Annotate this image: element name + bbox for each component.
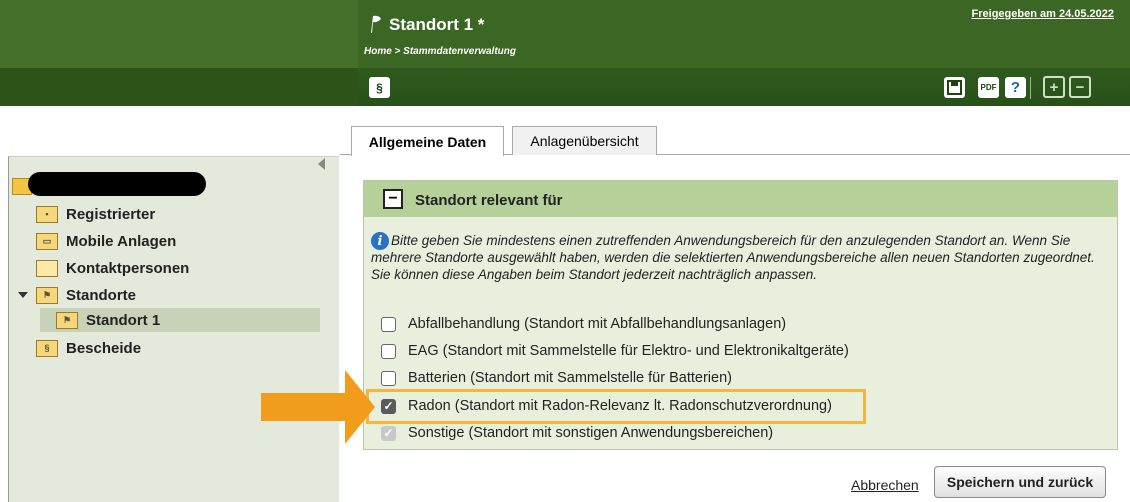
pointer-arrow-head [345, 370, 375, 444]
tree-item-label: Kontaktpersonen [66, 259, 190, 277]
folder-icon [36, 259, 58, 277]
tree-item-label: Standorte [66, 286, 137, 304]
tree-item-label: Bescheide [66, 339, 142, 357]
location-pin-icon [371, 15, 381, 34]
redacted-root-label [28, 172, 206, 196]
legal-paragraph-icon[interactable]: § [369, 77, 390, 98]
collapse-section-icon[interactable]: − [383, 189, 403, 209]
option-sonstige: ✓ Sonstige (Standort mit sonstigen Anwen… [381, 422, 773, 444]
toolbar-separator [1030, 77, 1031, 99]
checkbox-sonstige: ✓ [381, 425, 396, 441]
tree-item-registrierter[interactable]: ▪ Registrierter [36, 203, 155, 225]
tab-anlagenuebersicht[interactable]: Anlagenübersicht [512, 126, 657, 155]
tree-item-label: Mobile Anlagen [66, 232, 177, 250]
option-batterien[interactable]: Batterien (Standort mit Sammelstelle für… [381, 367, 732, 389]
decision-icon: § [36, 339, 58, 357]
mobile-plant-icon: ▭ [36, 232, 58, 250]
location-folder-icon: ⚑ [36, 286, 58, 304]
save-icon[interactable] [944, 77, 965, 98]
option-eag[interactable]: EAG (Standort mit Sammelstelle für Elekt… [381, 340, 849, 362]
option-label: Sonstige (Standort mit sonstigen Anwendu… [408, 425, 774, 441]
expand-all-icon[interactable]: + [1043, 76, 1065, 98]
checkbox-batterien[interactable] [381, 370, 396, 386]
page-title: Standort 1 * [389, 15, 485, 34]
registered-icon: ▪ [36, 205, 58, 223]
tab-allgemeine-daten[interactable]: Allgemeine Daten [351, 126, 504, 156]
tree-item-mobile-anlagen[interactable]: ▭ Mobile Anlagen [36, 230, 176, 252]
toolbar-left [0, 68, 358, 106]
collapse-all-icon[interactable]: − [1069, 76, 1091, 98]
option-abfallbehandlung[interactable]: Abfallbehandlung (Standort mit Abfallbeh… [381, 313, 786, 335]
highlight-box [366, 389, 866, 424]
pointer-arrow-icon [261, 393, 346, 421]
cancel-link[interactable]: Abbrechen [851, 477, 919, 493]
tree-item-kontaktpersonen[interactable]: Kontaktpersonen [36, 257, 189, 279]
help-icon[interactable]: ? [1005, 77, 1026, 98]
location-icon: ⚑ [56, 311, 78, 329]
section-title: Standort relevant für [415, 192, 563, 209]
release-status-link[interactable]: Freigegeben am 24.05.2022 [972, 8, 1114, 20]
checkbox-abfallbehandlung[interactable] [381, 316, 396, 332]
collapse-panel-icon[interactable] [318, 158, 325, 170]
info-text: Bitte geben Sie mindestens einen zutreff… [371, 233, 1095, 282]
tree-item-label: Registrierter [66, 205, 156, 223]
tree-item-label: Standort 1 [86, 311, 161, 329]
option-label: Abfallbehandlung (Standort mit Abfallbeh… [408, 316, 787, 332]
checkbox-eag[interactable] [381, 343, 396, 359]
tree-item-standorte[interactable]: ⚑ Standorte [36, 284, 136, 306]
option-label: Batterien (Standort mit Sammelstelle für… [408, 370, 732, 386]
info-icon: i [371, 232, 389, 250]
breadcrumb[interactable]: Home > Stammdatenverwaltung [364, 46, 516, 57]
tree-item-bescheide[interactable]: § Bescheide [36, 337, 141, 359]
pdf-icon[interactable]: PDF [978, 77, 999, 98]
option-label: EAG (Standort mit Sammelstelle für Elekt… [408, 343, 849, 359]
save-and-back-button[interactable]: Speichern und zurück [934, 466, 1106, 498]
tree-expand-toggle-icon[interactable] [18, 292, 28, 298]
tree-item-standort-1[interactable]: ⚑ Standort 1 [56, 309, 160, 331]
